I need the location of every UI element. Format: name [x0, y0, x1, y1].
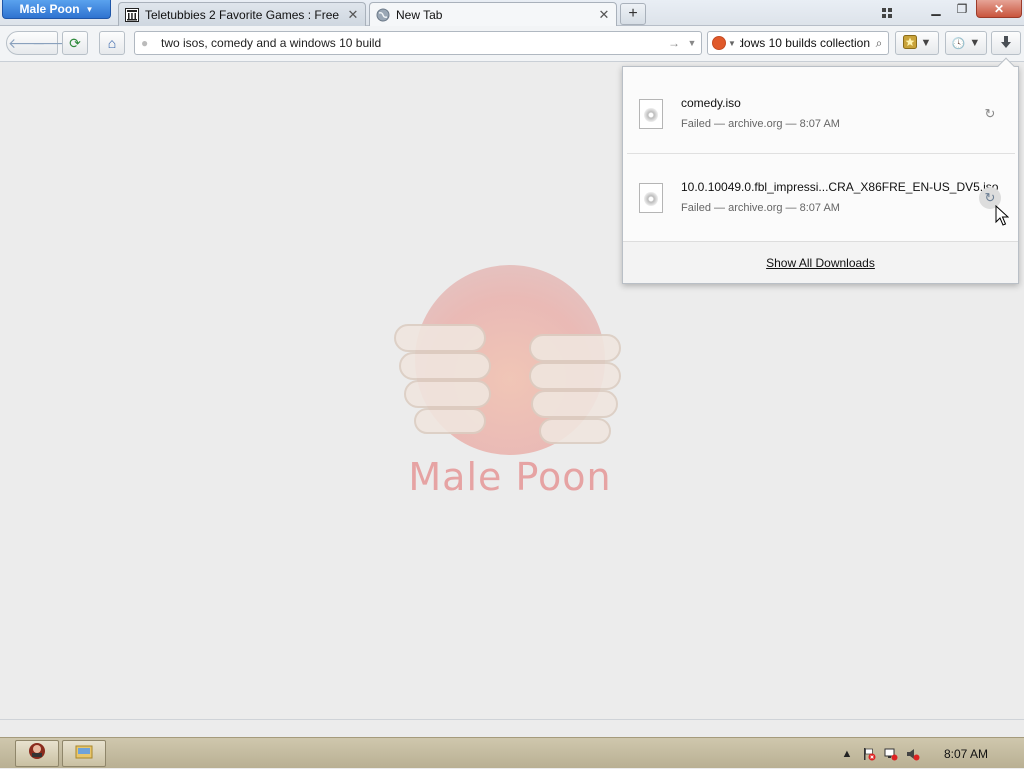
tab-grid-icon[interactable] — [880, 6, 894, 20]
download-status: Failed — archive.org — 8:07 AM — [681, 202, 840, 214]
system-tray: ▲ — [840, 738, 920, 769]
show-all-downloads-button[interactable]: Show All Downloads — [623, 241, 1018, 283]
volume-muted-icon[interactable] — [906, 747, 920, 761]
back-forward-group: 🡐 🡒 — [6, 31, 70, 55]
flag-error-icon[interactable] — [862, 747, 876, 761]
duckduckgo-icon — [712, 36, 727, 50]
address-input[interactable]: two isos, comedy and a windows 10 build — [155, 36, 665, 50]
history-dropdown-icon[interactable]: ▼ — [683, 38, 701, 48]
taskbar-browser-button[interactable] — [15, 740, 59, 767]
navigation-toolbar: 🡐 🡒 ⟳ ⌂ ● two isos, comedy and a windows… — [0, 26, 1024, 62]
app-icon — [28, 742, 46, 765]
app-menu-button[interactable]: Male Poon ▼ — [2, 0, 111, 19]
download-status: Failed — archive.org — 8:07 AM — [681, 118, 840, 130]
history-button[interactable]: 🕓 ▼ — [945, 31, 987, 55]
chevron-down-icon: ▼ — [920, 37, 932, 49]
downloads-button[interactable] — [991, 31, 1021, 55]
taskbar: ▲ 8:07 AM — [0, 737, 1024, 768]
logo-text: Male Poon — [408, 455, 612, 499]
close-window-button[interactable]: ✕ — [976, 0, 1022, 18]
tab-teletubbies[interactable]: Teletubbies 2 Favorite Games : Free D...… — [118, 2, 366, 26]
tab-close-icon[interactable]: ✕ — [598, 7, 610, 23]
reload-icon: ⟳ — [69, 34, 81, 51]
search-icon[interactable]: ⌕ — [870, 36, 888, 51]
bookmarks-button[interactable]: ▼ — [895, 31, 939, 55]
tab-new-tab[interactable]: New Tab ✕ — [369, 2, 617, 26]
tab-label: Teletubbies 2 Favorite Games : Free D... — [145, 7, 341, 22]
folder-icon — [75, 743, 93, 764]
title-bar: Male Poon ▼ Teletubbies 2 Favorite Games… — [0, 0, 1024, 26]
forward-arrow-icon[interactable]: 🡒 — [32, 35, 70, 52]
download-filename: comedy.iso — [681, 96, 741, 110]
download-arrow-icon — [999, 35, 1013, 52]
minimize-button[interactable]: ▁ — [924, 0, 948, 18]
retry-icon[interactable]: ↻ — [979, 103, 1001, 125]
bookmark-star-icon — [902, 34, 917, 52]
downloads-panel: comedy.iso Failed — archive.org — 8:07 A… — [622, 57, 1019, 284]
taskbar-clock[interactable]: 8:07 AM — [944, 747, 988, 761]
new-tab-button[interactable]: + — [620, 3, 646, 25]
network-icon[interactable] — [884, 747, 898, 761]
download-item[interactable]: comedy.iso Failed — archive.org — 8:07 A… — [623, 69, 1018, 153]
taskbar-explorer-button[interactable] — [62, 740, 106, 767]
go-arrow-icon[interactable]: → — [665, 36, 683, 50]
chevron-down-icon: ▼ — [85, 4, 94, 14]
maximize-button[interactable]: ❐ — [950, 0, 974, 18]
app-menu-label: Male Poon — [19, 2, 80, 16]
search-engine-selector[interactable]: ▼ — [708, 36, 740, 50]
globe-icon — [376, 8, 390, 22]
download-item[interactable]: 10.0.10049.0.fbl_impressi...CRA_X86FRE_E… — [623, 153, 1018, 237]
address-bar[interactable]: ● two isos, comedy and a windows 10 buil… — [134, 31, 702, 55]
back-arrow-icon[interactable]: 🡐 — [8, 35, 46, 52]
home-button[interactable]: ⌂ — [99, 31, 125, 55]
iso-file-icon — [639, 183, 663, 213]
download-filename: 10.0.10049.0.fbl_impressi...CRA_X86FRE_E… — [681, 180, 999, 194]
home-icon: ⌂ — [107, 35, 117, 51]
reload-button[interactable]: ⟳ — [62, 31, 88, 55]
chevron-down-icon: ▼ — [969, 37, 981, 49]
mouse-cursor-icon — [995, 204, 1010, 227]
chevron-up-icon[interactable]: ▲ — [840, 747, 854, 761]
clock-icon: 🕓 — [951, 37, 966, 50]
status-strip — [0, 719, 1024, 737]
site-identity-icon: ● — [141, 36, 149, 50]
tab-label: New Tab — [396, 7, 443, 22]
tab-close-icon[interactable]: ✕ — [347, 7, 359, 23]
iso-file-icon — [639, 99, 663, 129]
search-input[interactable]: windows 10 builds collection — [740, 36, 870, 50]
archive-icon — [125, 7, 139, 22]
search-bar[interactable]: ▼ windows 10 builds collection ⌕ — [707, 31, 889, 55]
